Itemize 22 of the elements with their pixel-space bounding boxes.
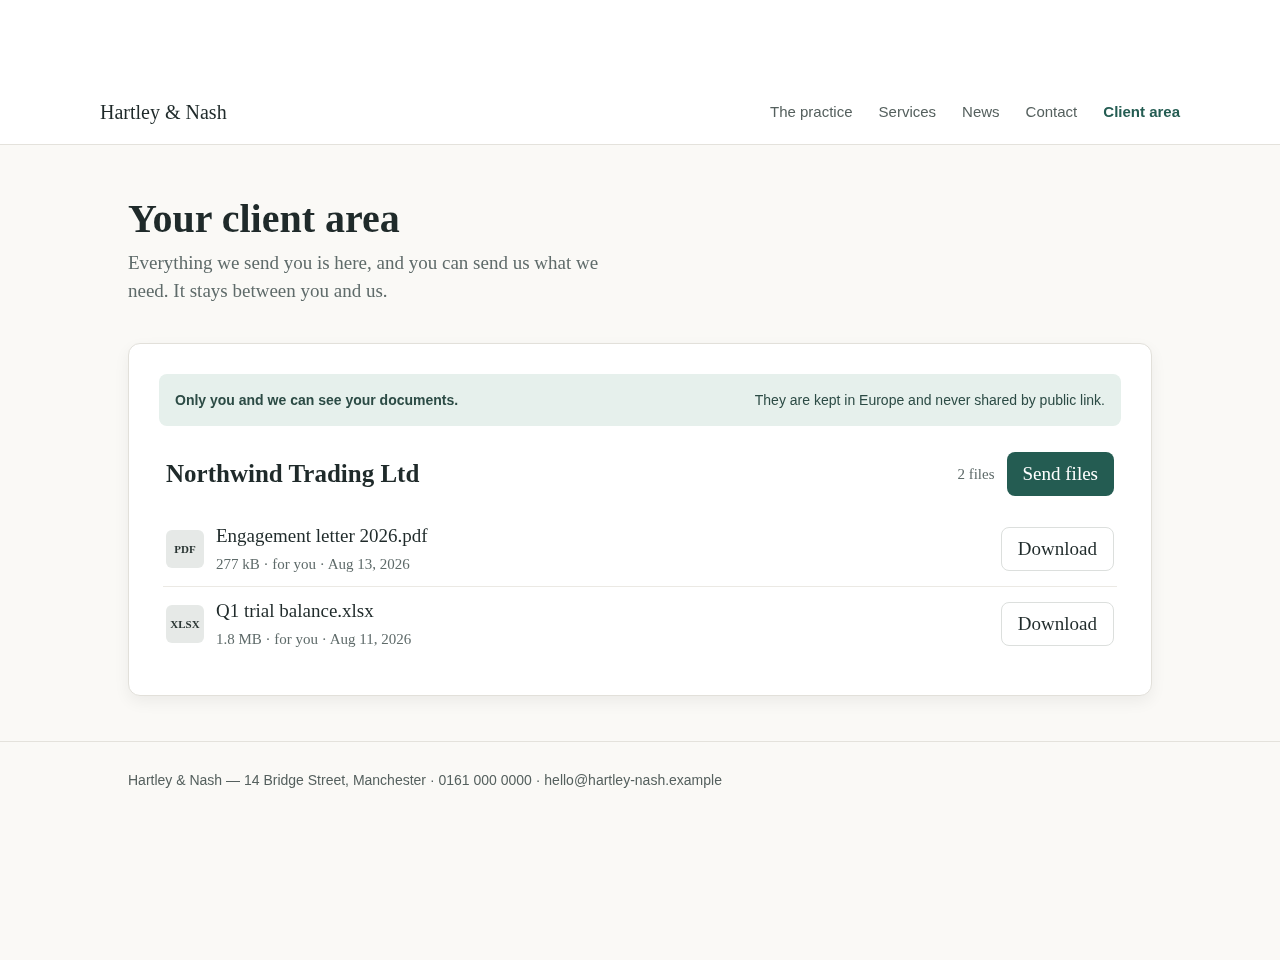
download-button[interactable]: Download — [1000, 602, 1114, 646]
footer-text: Hartley & Nash — 14 Bridge Street, Manchester · 0161 000 0000 · hello@hartley-nash.example — [128, 771, 723, 790]
site-logo[interactable]: Hartley & Nash — [100, 99, 227, 125]
nav-link[interactable]: The practice — [770, 99, 853, 125]
nav-link[interactable]: Contact — [1025, 99, 1078, 125]
file-details: 277 kB · for you · Aug 13, 2026 — [216, 555, 411, 574]
file-count: 2 files — [957, 464, 995, 484]
nav-link[interactable]: Services — [878, 99, 937, 125]
notice-secondary-text: They are kept in Europe and never shared by public link. — [754, 390, 1105, 410]
client-name: Northwind Trading Ltd — [166, 459, 420, 489]
page-title: Your client area — [128, 197, 401, 241]
file-name[interactable]: Q1 trial balance.xlsx — [216, 599, 412, 623]
nav-link[interactable]: News — [962, 99, 1000, 125]
nav-link[interactable]: Client area — [1103, 99, 1180, 125]
file-type-tag: PDF — [166, 530, 204, 568]
download-button[interactable]: Download — [1000, 527, 1114, 571]
file-name[interactable]: Engagement letter 2026.pdf — [216, 524, 428, 548]
intro-text: Everything we send you is here, and you can send us what we need. It stays between you and us. — [128, 251, 600, 303]
send-files-button[interactable]: Send files — [1006, 452, 1114, 496]
notice-primary-text: Only you and we can see your documents. — [175, 390, 459, 410]
file-type-tag: XLSX — [166, 605, 204, 643]
file-details: 1.8 MB · for you · Aug 11, 2026 — [216, 630, 412, 649]
